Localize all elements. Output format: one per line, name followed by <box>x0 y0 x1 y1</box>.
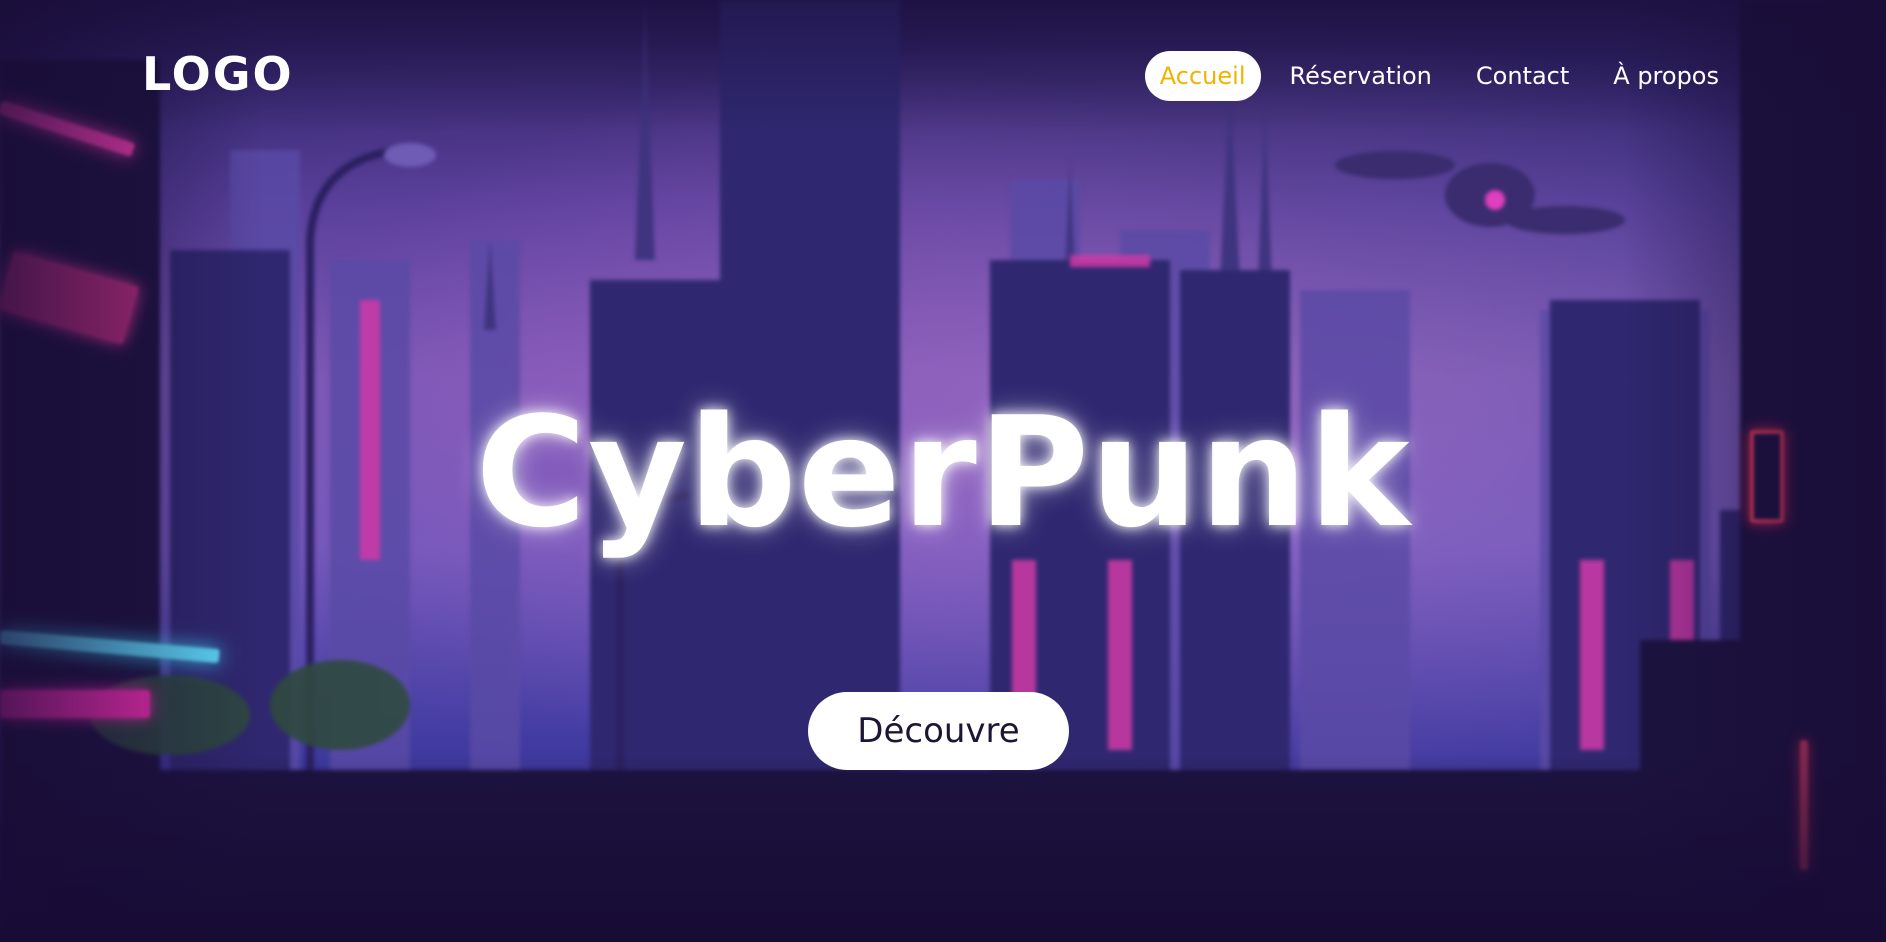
discover-button[interactable]: Découvre <box>808 692 1069 770</box>
nav-item-accueil[interactable]: Accueil <box>1144 51 1261 101</box>
nav-item-a-propos[interactable]: À propos <box>1598 51 1734 101</box>
nav-item-contact[interactable]: Contact <box>1461 51 1584 101</box>
nav-item-reservation[interactable]: Réservation <box>1275 51 1447 101</box>
main-nav: Accueil Réservation Contact À propos <box>1144 51 1734 101</box>
site-logo[interactable]: LOGO <box>142 44 294 104</box>
hero-section: LOGO Accueil Réservation Contact À propo… <box>0 0 1886 942</box>
hero-title: CyberPunk <box>475 384 1411 561</box>
